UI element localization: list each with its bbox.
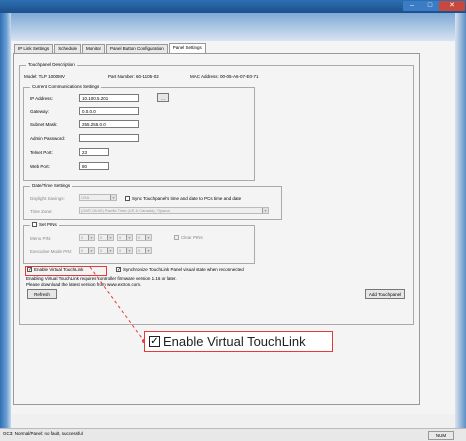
- model-text: Model: TLP 1000MV: [24, 74, 65, 79]
- checkbox-checked-icon: ✓: [149, 336, 160, 347]
- digit-value: 0: [81, 248, 84, 253]
- digit-value: 0: [100, 248, 103, 253]
- menu-pin-digit-3[interactable]: 0 ▾: [117, 234, 133, 241]
- chevron-down-icon: ▾: [145, 235, 151, 240]
- exec-pin-digit-4[interactable]: 0 ▾: [136, 247, 152, 254]
- chevron-down-icon: ▾: [145, 248, 151, 253]
- dropdown-value: USA: [81, 195, 90, 200]
- set-pins-label: Set PINs: [39, 222, 57, 227]
- web-port-field[interactable]: 80: [79, 162, 109, 170]
- daylight-savings-label: Daylight Savings:: [30, 196, 65, 201]
- chevron-down-icon: ▾: [88, 248, 94, 253]
- firmware-note: Enabling Virtual TouchLink requires cont…: [26, 276, 177, 281]
- telnet-port-label: Telnet Port:: [30, 150, 53, 155]
- sync-time-checkbox[interactable]: [125, 196, 130, 201]
- chevron-down-icon: ▾: [262, 208, 268, 213]
- pins-group: Set PINs Menu PIN: 0 ▾ 0 ▾ 0 ▾ 0 ▾ Clear PIN…: [23, 222, 255, 264]
- tab-bar: IP Link Settings Schedule Monitor Panel …: [14, 43, 207, 54]
- digit-value: 0: [81, 235, 84, 240]
- status-bar: GC3: Normal/Panel: no fault, successful …: [0, 428, 466, 441]
- web-port-label: Web Port:: [30, 164, 50, 169]
- enable-virtual-touchlink-checkbox[interactable]: ✓: [27, 267, 32, 273]
- desktop-background-right: [455, 13, 466, 428]
- maximize-button[interactable]: □: [421, 1, 439, 11]
- time-zone-dropdown[interactable]: (GMT-08:00) Pacific Time (US & Canada), …: [79, 207, 269, 214]
- title-bar: – □ ✕: [0, 0, 466, 13]
- subnet-mask-label: Subnet Mask:: [30, 122, 58, 127]
- digit-value: 0: [119, 235, 122, 240]
- download-note: Please download the latest version from …: [26, 282, 142, 287]
- admin-password-label: Admin Password:: [30, 136, 66, 141]
- exec-pin-digit-3[interactable]: 0 ▾: [117, 247, 133, 254]
- exec-pin-digit-1[interactable]: 0 ▾: [79, 247, 95, 254]
- admin-password-field[interactable]: [79, 134, 139, 142]
- group-legend: Date/Time Settings: [30, 183, 73, 188]
- refresh-button[interactable]: Refresh: [27, 289, 57, 299]
- sync-visual-state-checkbox[interactable]: ✓: [116, 267, 121, 273]
- num-lock-indicator: NUM: [428, 431, 454, 440]
- digit-value: 0: [138, 248, 141, 253]
- dropdown-value: (GMT-08:00) Pacific Time (US & Canada), …: [81, 208, 170, 213]
- chevron-down-icon: ▾: [126, 235, 132, 240]
- communications-group: Current Communications Settings IP Addre…: [23, 84, 255, 181]
- ip-address-field[interactable]: 10.100.5.201: [79, 94, 139, 102]
- chevron-down-icon: ▾: [110, 195, 116, 200]
- close-button[interactable]: ✕: [439, 1, 465, 11]
- set-pins-checkbox[interactable]: [32, 222, 37, 227]
- daylight-savings-dropdown[interactable]: USA ▾: [79, 194, 117, 201]
- sync-visual-state-label: Synchronize TouchLink Panel visual state…: [123, 267, 244, 272]
- ip-browse-button[interactable]: ...: [157, 93, 169, 102]
- panel-settings-page: Touchpanel Description Model: TLP 1000MV…: [13, 53, 420, 405]
- add-touchpanel-button[interactable]: Add Touchpanel: [365, 289, 405, 299]
- chevron-down-icon: ▾: [126, 248, 132, 253]
- digit-value: 0: [100, 235, 103, 240]
- telnet-port-field[interactable]: 23: [79, 148, 109, 156]
- gateway-label: Gateway:: [30, 109, 50, 114]
- gateway-field[interactable]: 0.0.0.0: [79, 107, 139, 115]
- part-number-text: Part Number: 60-1105-02: [108, 74, 159, 79]
- clear-pins-checkbox[interactable]: [174, 235, 179, 240]
- date-time-group: Date/Time Settings Daylight Savings: USA…: [23, 183, 282, 220]
- clear-pins-label: Clear PINs: [181, 235, 203, 240]
- mac-address-text: MAC Address: 00-05-A6-07-E0-71: [190, 74, 259, 79]
- subnet-mask-field[interactable]: 255.255.0.0: [79, 120, 139, 128]
- minimize-button[interactable]: –: [403, 1, 421, 11]
- enable-virtual-touchlink-label: Enable Virtual TouchLink: [34, 267, 84, 272]
- callout-label: Enable Virtual TouchLink: [163, 334, 306, 349]
- menu-pin-digit-2[interactable]: 0 ▾: [98, 234, 114, 241]
- tab-panel-button-configuration[interactable]: Panel Button Configuration: [105, 44, 168, 53]
- tab-schedule[interactable]: Schedule: [54, 44, 81, 53]
- time-zone-label: Time Zone:: [30, 209, 53, 214]
- digit-value: 0: [119, 248, 122, 253]
- touchpanel-description-group: Touchpanel Description Model: TLP 1000MV…: [19, 62, 414, 325]
- digit-value: 0: [138, 235, 141, 240]
- chevron-down-icon: ▾: [107, 235, 113, 240]
- group-legend: Touchpanel Description: [26, 62, 77, 67]
- chevron-down-icon: ▾: [88, 235, 94, 240]
- enable-vtl-callout: ✓ Enable Virtual TouchLink: [144, 331, 333, 352]
- menu-pin-digit-1[interactable]: 0 ▾: [79, 234, 95, 241]
- menu-pin-label: Menu PIN:: [30, 236, 52, 241]
- ip-address-label: IP Address:: [30, 96, 53, 101]
- group-legend: Current Communications Settings: [30, 84, 102, 89]
- tab-ip-link-settings[interactable]: IP Link Settings: [14, 44, 54, 53]
- chevron-down-icon: ▾: [107, 248, 113, 253]
- sync-time-label: Sync Touchpanel's time and date to PCs t…: [132, 196, 242, 201]
- status-text: GC3: Normal/Panel: no fault, successful: [3, 431, 83, 436]
- exec-pin-digit-2[interactable]: 0 ▾: [98, 247, 114, 254]
- menu-pin-digit-4[interactable]: 0 ▾: [136, 234, 152, 241]
- window-header-band: [11, 13, 455, 41]
- desktop-background-left: [0, 13, 11, 440]
- main-window: IP Link Settings Schedule Monitor Panel …: [11, 41, 455, 414]
- tab-monitor[interactable]: Monitor: [81, 44, 105, 53]
- executive-pin-label: Executive Mode PIN:: [30, 249, 73, 254]
